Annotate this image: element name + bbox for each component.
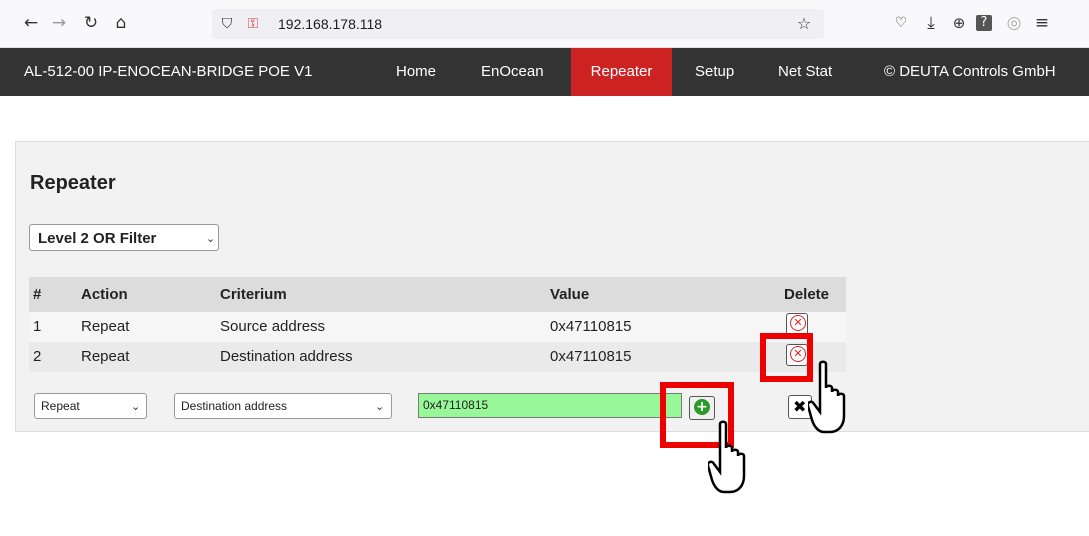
new-action-select[interactable]: Repeat ⌄ (34, 393, 147, 419)
browser-toolbar: ← → ↻ ⌂ ⛉ ⚿ 192.168.178.118 ☆ ♡ ⤓ ⊕ ? ◎ … (0, 0, 1089, 48)
delete-circle-icon: ✕ (790, 315, 806, 331)
new-action-value: Repeat (41, 399, 80, 413)
reload-icon[interactable]: ↻ (80, 12, 102, 34)
nav-net-stat[interactable]: Net Stat (778, 48, 832, 96)
home-icon[interactable]: ⌂ (110, 12, 132, 34)
brand-title: AL-512-00 IP-ENOCEAN-BRIDGE POE V1 (24, 63, 313, 80)
row-value: 0x47110815 (550, 348, 632, 365)
help-icon[interactable]: ? (976, 15, 992, 31)
nav-enocean[interactable]: EnOcean (481, 48, 544, 96)
chevron-down-icon: ⌄ (206, 232, 216, 245)
col-header-value: Value (550, 286, 590, 303)
close-icon: ✖ (793, 397, 807, 416)
menu-icon[interactable]: ≡ (1031, 12, 1053, 34)
col-header-delete: Delete (784, 286, 830, 303)
pocket-icon[interactable]: ♡ (890, 12, 912, 34)
shield-icon[interactable]: ⛉ (216, 13, 238, 35)
col-header-number: # (33, 286, 42, 303)
nav-home[interactable]: Home (396, 48, 436, 96)
col-header-criterium: Criterium (220, 286, 287, 303)
col-header-action: Action (81, 286, 128, 303)
new-value-input[interactable]: 0x47110815 (418, 393, 682, 418)
row-criterium: Destination address (220, 348, 353, 365)
row-number: 1 (33, 318, 42, 335)
delete-row-button[interactable]: ✕ (786, 313, 808, 335)
chevron-down-icon: ⌄ (375, 400, 385, 413)
new-criterium-select[interactable]: Destination address ⌄ (174, 393, 392, 419)
new-criterium-value: Destination address (181, 399, 288, 413)
row-action: Repeat (81, 348, 130, 365)
address-bar[interactable]: ⛉ ⚿ 192.168.178.118 ☆ (212, 9, 824, 39)
table-header: # Action Criterium Value Delete (29, 277, 846, 312)
page-title: Repeater (30, 172, 116, 194)
download-icon[interactable]: ⤓ (920, 12, 942, 34)
hand-cursor-icon (708, 420, 746, 494)
copyright: © DEUTA Controls GmbH (884, 63, 1056, 80)
row-action: Repeat (81, 318, 130, 335)
forward-arrow-icon[interactable]: → (48, 12, 70, 34)
back-arrow-icon[interactable]: ← (20, 12, 42, 34)
filter-level-value: Level 2 OR Filter (38, 230, 157, 247)
insecure-lock-icon[interactable]: ⚿ (242, 13, 264, 35)
chevron-down-icon: ⌄ (131, 400, 141, 413)
nav-setup[interactable]: Setup (695, 48, 734, 96)
row-number: 2 (33, 348, 42, 365)
filter-level-select[interactable]: Level 2 OR Filter ⌄ (29, 224, 219, 251)
nav-repeater[interactable]: Repeater (571, 48, 672, 96)
row-criterium: Source address (220, 318, 326, 335)
hand-cursor-icon (808, 360, 846, 434)
row-value: 0x47110815 (550, 318, 632, 335)
highlight-box-delete (760, 333, 813, 382)
account-icon[interactable]: ◎ (1003, 12, 1025, 34)
zoom-icon[interactable]: ⊕ (948, 12, 970, 34)
table-row: 2 Repeat Destination address 0x47110815 … (29, 342, 846, 372)
table-row: 1 Repeat Source address 0x47110815 ✕ (29, 312, 846, 342)
bookmark-star-icon[interactable]: ☆ (793, 13, 815, 35)
top-navbar: AL-512-00 IP-ENOCEAN-BRIDGE POE V1 Home … (0, 48, 1089, 96)
url-text[interactable]: 192.168.178.118 (278, 16, 382, 32)
